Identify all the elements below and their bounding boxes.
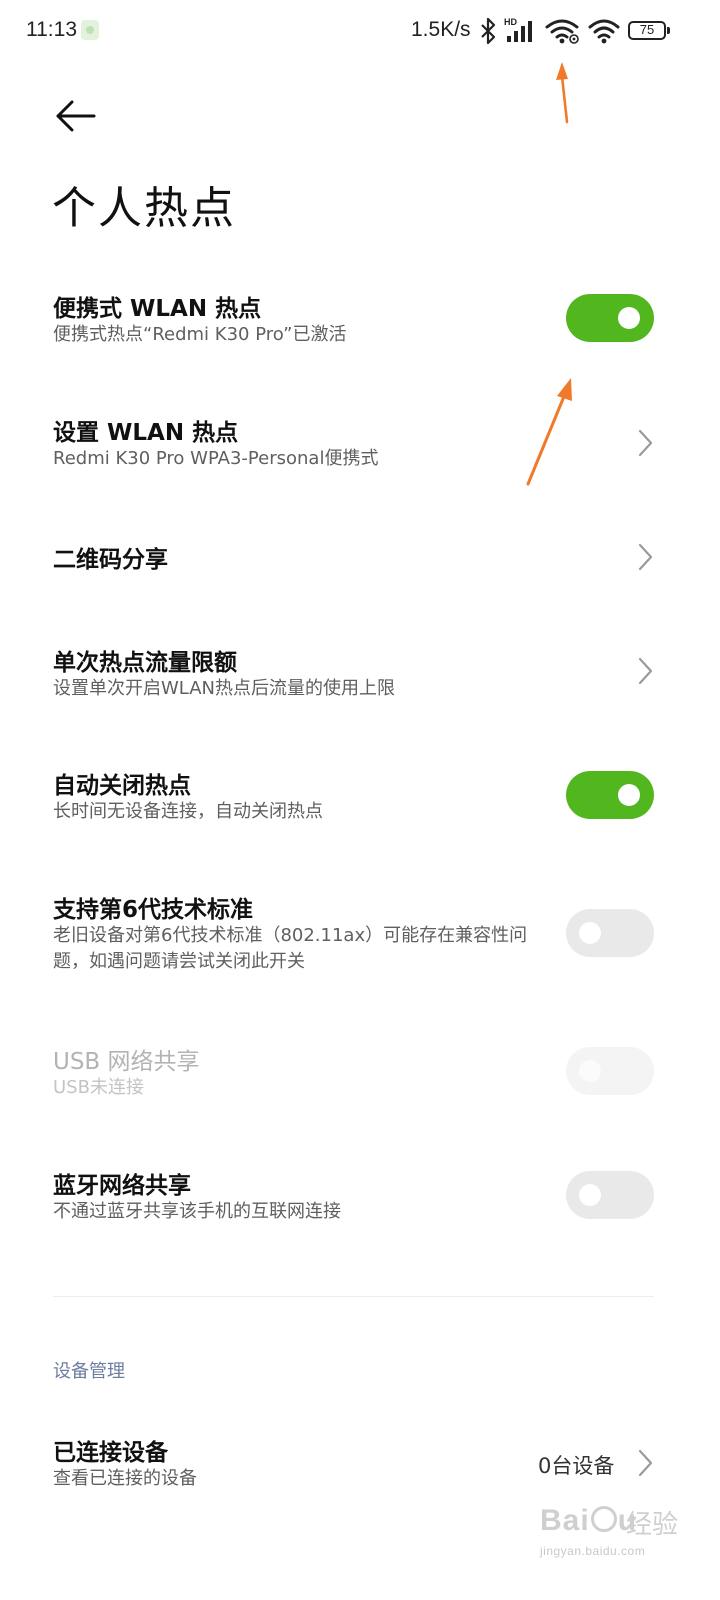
toggle-knob: [579, 922, 601, 944]
qr-share-title: 二维码分享: [53, 547, 168, 573]
bluetooth-icon: [481, 17, 496, 45]
arrow-left-icon: [56, 100, 96, 132]
usb-tethering-toggle: [566, 1047, 654, 1095]
usb-tethering-row: USB 网络共享 USB未连接: [0, 1033, 720, 1113]
setup-hotspot-title: 设置 WLAN 热点: [53, 420, 239, 446]
portable-hotspot-toggle[interactable]: [566, 294, 654, 342]
watermark-url: jingyan.baidu.com: [540, 1544, 646, 1558]
status-bar: 11:13 1.5K/s HD 75: [0, 0, 720, 64]
portable-hotspot-subtitle: 便携式热点“Redmi K30 Pro”已激活: [53, 324, 347, 345]
baidu-logo: Bai u: [540, 1504, 638, 1537]
bluetooth-tethering-subtitle: 不通过蓝牙共享该手机的互联网连接: [53, 1201, 341, 1222]
wifi6-row[interactable]: 支持第6代技术标准 老旧设备对第6代技术标准（802.11ax）可能存在兼容性问…: [0, 881, 720, 991]
data-limit-subtitle: 设置单次开启WLAN热点后流量的使用上限: [53, 678, 396, 699]
portable-hotspot-row[interactable]: 便携式 WLAN 热点 便携式热点“Redmi K30 Pro”已激活: [0, 280, 720, 360]
battery-level: 75: [639, 22, 655, 37]
auto-off-toggle[interactable]: [566, 771, 654, 819]
device-count: 0台设备: [538, 1454, 615, 1478]
chevron-right-icon: [638, 1449, 653, 1477]
baidu-watermark: Bai u 经验 jingyan.baidu.com: [540, 1490, 680, 1570]
toggle-knob: [579, 1184, 601, 1206]
chevron-right-icon: [638, 429, 653, 457]
annotation-arrow-statusbar: [556, 62, 569, 124]
wifi6-title: 支持第6代技术标准: [53, 897, 254, 923]
data-limit-title: 单次热点流量限额: [53, 650, 237, 676]
wifi6-toggle[interactable]: [566, 909, 654, 957]
connected-devices-title: 已连接设备: [53, 1440, 168, 1466]
toggle-knob: [579, 1060, 601, 1082]
page-title: 个人热点: [52, 183, 236, 234]
bluetooth-tethering-toggle[interactable]: [566, 1171, 654, 1219]
back-button[interactable]: [44, 88, 104, 144]
watermark-cn-text: 经验: [626, 1510, 679, 1540]
wifi-hotspot-icon: [545, 19, 579, 44]
wifi6-subtitle: 老旧设备对第6代技术标准（802.11ax）可能存在兼容性问题，如遇问题请尝试关…: [53, 925, 528, 972]
setup-hotspot-subtitle: Redmi K30 Pro WPA3-Personal便携式: [53, 448, 379, 469]
hd-signal-icon: HD: [504, 17, 532, 42]
portable-hotspot-title: 便携式 WLAN 热点: [53, 296, 262, 322]
section-divider: [53, 1296, 654, 1297]
data-limit-row[interactable]: 单次热点流量限额 设置单次开启WLAN热点后流量的使用上限: [0, 634, 720, 714]
device-management-header: 设备管理: [53, 1361, 125, 1382]
battery-icon: 75: [628, 21, 670, 40]
qr-share-row[interactable]: 二维码分享: [0, 528, 720, 588]
app-notification-icon: [81, 20, 99, 40]
bluetooth-tethering-title: 蓝牙网络共享: [53, 1173, 191, 1199]
svg-text:HD: HD: [504, 17, 517, 27]
chevron-right-icon: [638, 543, 653, 571]
usb-tethering-title: USB 网络共享: [53, 1049, 200, 1075]
setup-hotspot-row[interactable]: 设置 WLAN 热点 Redmi K30 Pro WPA3-Personal便携…: [0, 404, 720, 484]
toggle-knob: [618, 784, 640, 806]
connected-devices-subtitle: 查看已连接的设备: [53, 1468, 197, 1489]
auto-off-row[interactable]: 自动关闭热点 长时间无设备连接，自动关闭热点: [0, 757, 720, 837]
bluetooth-tethering-row[interactable]: 蓝牙网络共享 不通过蓝牙共享该手机的互联网连接: [0, 1157, 720, 1237]
chevron-right-icon: [638, 657, 653, 685]
usb-tethering-subtitle: USB未连接: [53, 1077, 144, 1098]
auto-off-subtitle: 长时间无设备连接，自动关闭热点: [53, 801, 323, 822]
wifi-icon: [588, 19, 620, 44]
network-speed: 1.5K/s: [411, 18, 471, 41]
auto-off-title: 自动关闭热点: [53, 773, 191, 799]
status-time: 11:13: [26, 18, 77, 41]
toggle-knob: [618, 307, 640, 329]
